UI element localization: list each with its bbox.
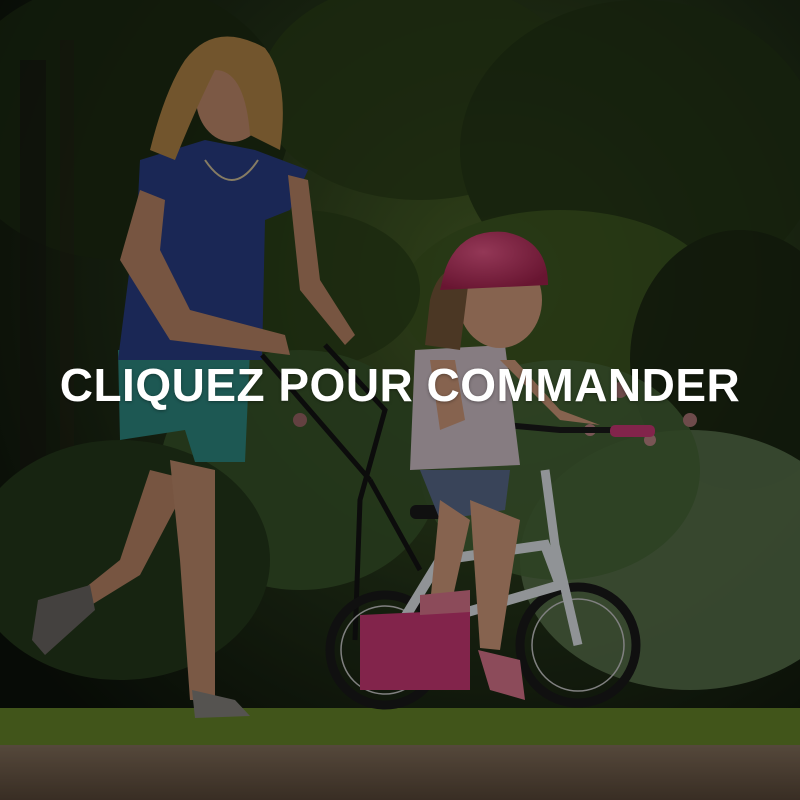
order-cta-text[interactable]: CLIQUEZ POUR COMMANDER — [0, 352, 800, 418]
order-banner-link[interactable]: CLIQUEZ POUR COMMANDER — [0, 0, 800, 800]
